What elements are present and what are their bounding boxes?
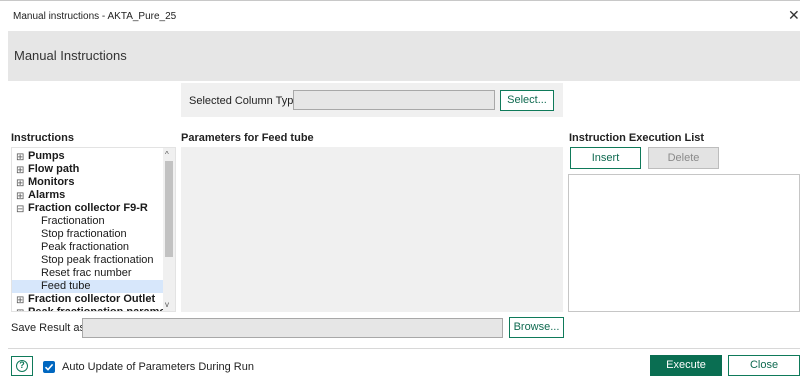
tree-item-label: Monitors <box>28 176 75 188</box>
tree-item-label: Peak fractionation parameters <box>28 306 163 311</box>
execution-list-heading: Instruction Execution List <box>569 132 705 144</box>
tree-group-item[interactable]: ⊞ Fraction collector Outlet <box>12 293 163 306</box>
tree-group-item[interactable]: ⊞ Peak fractionation parameters <box>12 306 163 311</box>
delete-button[interactable]: Delete <box>648 147 719 169</box>
scroll-up-icon[interactable]: ^ <box>165 151 169 159</box>
save-result-field <box>82 318 503 338</box>
execution-list[interactable] <box>568 174 800 312</box>
tree-scrollbar[interactable]: ^ v <box>163 148 175 311</box>
auto-update-label: Auto Update of Parameters During Run <box>62 361 254 373</box>
tree-child-item[interactable]: Reset frac number <box>12 267 163 280</box>
tree-item-label: Stop fractionation <box>41 228 127 240</box>
scrollbar-thumb[interactable] <box>165 161 173 257</box>
page-title: Manual Instructions <box>14 48 127 63</box>
checkmark-icon <box>44 363 54 371</box>
tree-group-item[interactable]: ⊟ Fraction collector F9-R <box>12 202 163 215</box>
tree-item-label: Reset frac number <box>41 267 132 279</box>
footer-divider <box>8 348 800 349</box>
tree-child-item[interactable]: Stop fractionation <box>12 228 163 241</box>
tree-group-item[interactable]: ⊞ Monitors <box>12 176 163 189</box>
tree-item-label: Fraction collector F9-R <box>28 202 148 214</box>
expand-icon[interactable]: ⊞ <box>16 294 24 307</box>
parameters-heading: Parameters for Feed tube <box>181 132 314 144</box>
expand-icon[interactable]: ⊞ <box>16 151 24 164</box>
header-band: Manual Instructions <box>8 31 800 81</box>
execute-button[interactable]: Execute <box>650 355 722 376</box>
tree-item-label: Flow path <box>28 163 80 175</box>
title-bar: Manual instructions - AKTA_Pure_25 ✕ <box>0 0 800 31</box>
tree-group-item[interactable]: ⊞ Pumps <box>12 150 163 163</box>
tree-item-label: Peak fractionation <box>41 241 130 253</box>
tree-item-label: Fractionation <box>41 215 105 227</box>
scroll-down-icon[interactable]: v <box>165 301 169 309</box>
select-column-button[interactable]: Select... <box>500 90 554 111</box>
close-window-icon[interactable]: ✕ <box>788 8 800 22</box>
tree-item-label: Fraction collector Outlet <box>28 293 156 305</box>
tree-item-label: Stop peak fractionation <box>41 254 154 266</box>
save-result-label: Save Result as <box>11 322 85 334</box>
tree-child-item[interactable]: Fractionation <box>12 215 163 228</box>
column-type-field <box>293 90 495 110</box>
expand-icon[interactable]: ⊞ <box>16 307 24 311</box>
expand-icon[interactable]: ⊞ <box>16 164 24 177</box>
browse-button[interactable]: Browse... <box>509 317 564 338</box>
tree-item-label: Alarms <box>28 189 66 201</box>
auto-update-checkbox[interactable] <box>43 361 55 373</box>
expand-icon[interactable]: ⊞ <box>16 177 24 190</box>
tree-child-item[interactable]: Stop peak fractionation <box>12 254 163 267</box>
expand-icon[interactable]: ⊞ <box>16 190 24 203</box>
collapse-icon[interactable]: ⊟ <box>16 203 24 216</box>
tree-child-item[interactable]: Peak fractionation <box>12 241 163 254</box>
column-type-label: Selected Column Type <box>189 95 300 107</box>
tree-item-label: Pumps <box>28 150 65 162</box>
insert-button[interactable]: Insert <box>570 147 641 169</box>
tree-group-item[interactable]: ⊞ Alarms <box>12 189 163 202</box>
parameters-panel <box>181 147 563 312</box>
tree-item-label: Feed tube <box>41 280 91 292</box>
tree-child-item[interactable]: Feed tube <box>12 280 163 293</box>
tree-group-item[interactable]: ⊞ Flow path <box>12 163 163 176</box>
instruction-tree[interactable]: ⊞ Peak fractionation parameters ⊞ Fraction … <box>11 147 176 312</box>
column-type-bar: Selected Column Type Select... <box>181 83 563 117</box>
help-button[interactable]: ? <box>11 356 33 376</box>
instructions-heading: Instructions <box>11 132 74 144</box>
window-title: Manual instructions - AKTA_Pure_25 <box>13 11 177 22</box>
help-icon: ? <box>16 360 28 372</box>
close-button[interactable]: Close <box>728 355 800 376</box>
